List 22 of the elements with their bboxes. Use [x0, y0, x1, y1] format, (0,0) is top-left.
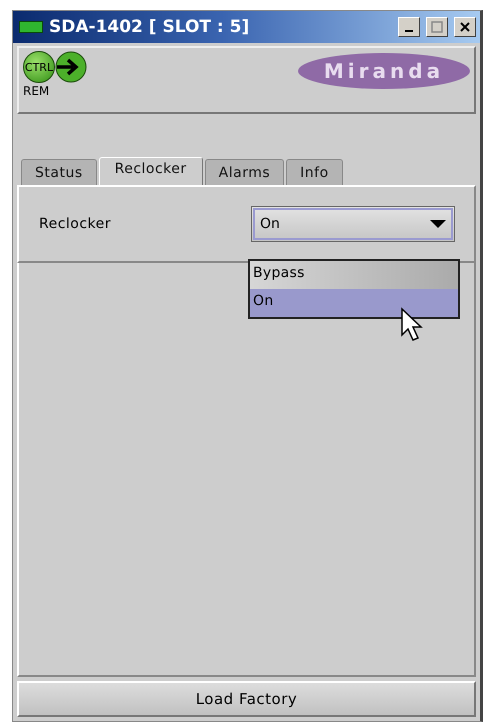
tab[interactable]: Info	[286, 159, 343, 185]
maximize-button[interactable]	[426, 17, 448, 37]
control-status-icon[interactable]: CTRL	[23, 51, 55, 83]
window-title: SDA-1402 [ SLOT : 5]	[49, 17, 250, 37]
load-factory-button[interactable]: Load Factory	[17, 681, 476, 717]
device-icon	[19, 21, 43, 33]
dropdown-option[interactable]: Bypass	[250, 261, 458, 289]
logo: Miranda	[298, 53, 470, 89]
remote-label: REM	[23, 84, 50, 98]
tab[interactable]: Status	[21, 159, 97, 185]
minimize-icon	[405, 30, 413, 32]
minimize-button[interactable]	[398, 17, 420, 37]
tab[interactable]: Reclocker	[98, 157, 203, 185]
cursor-icon	[400, 307, 426, 343]
dropdown-option[interactable]: On	[250, 289, 458, 317]
reclocker-dropdown[interactable]: On	[251, 206, 455, 242]
close-button[interactable]	[454, 17, 476, 37]
field-label: Reclocker	[39, 216, 112, 232]
caret-icon	[430, 219, 446, 229]
tab[interactable]: Alarms	[204, 159, 284, 185]
maximize-icon	[431, 21, 443, 33]
close-icon	[459, 21, 471, 33]
